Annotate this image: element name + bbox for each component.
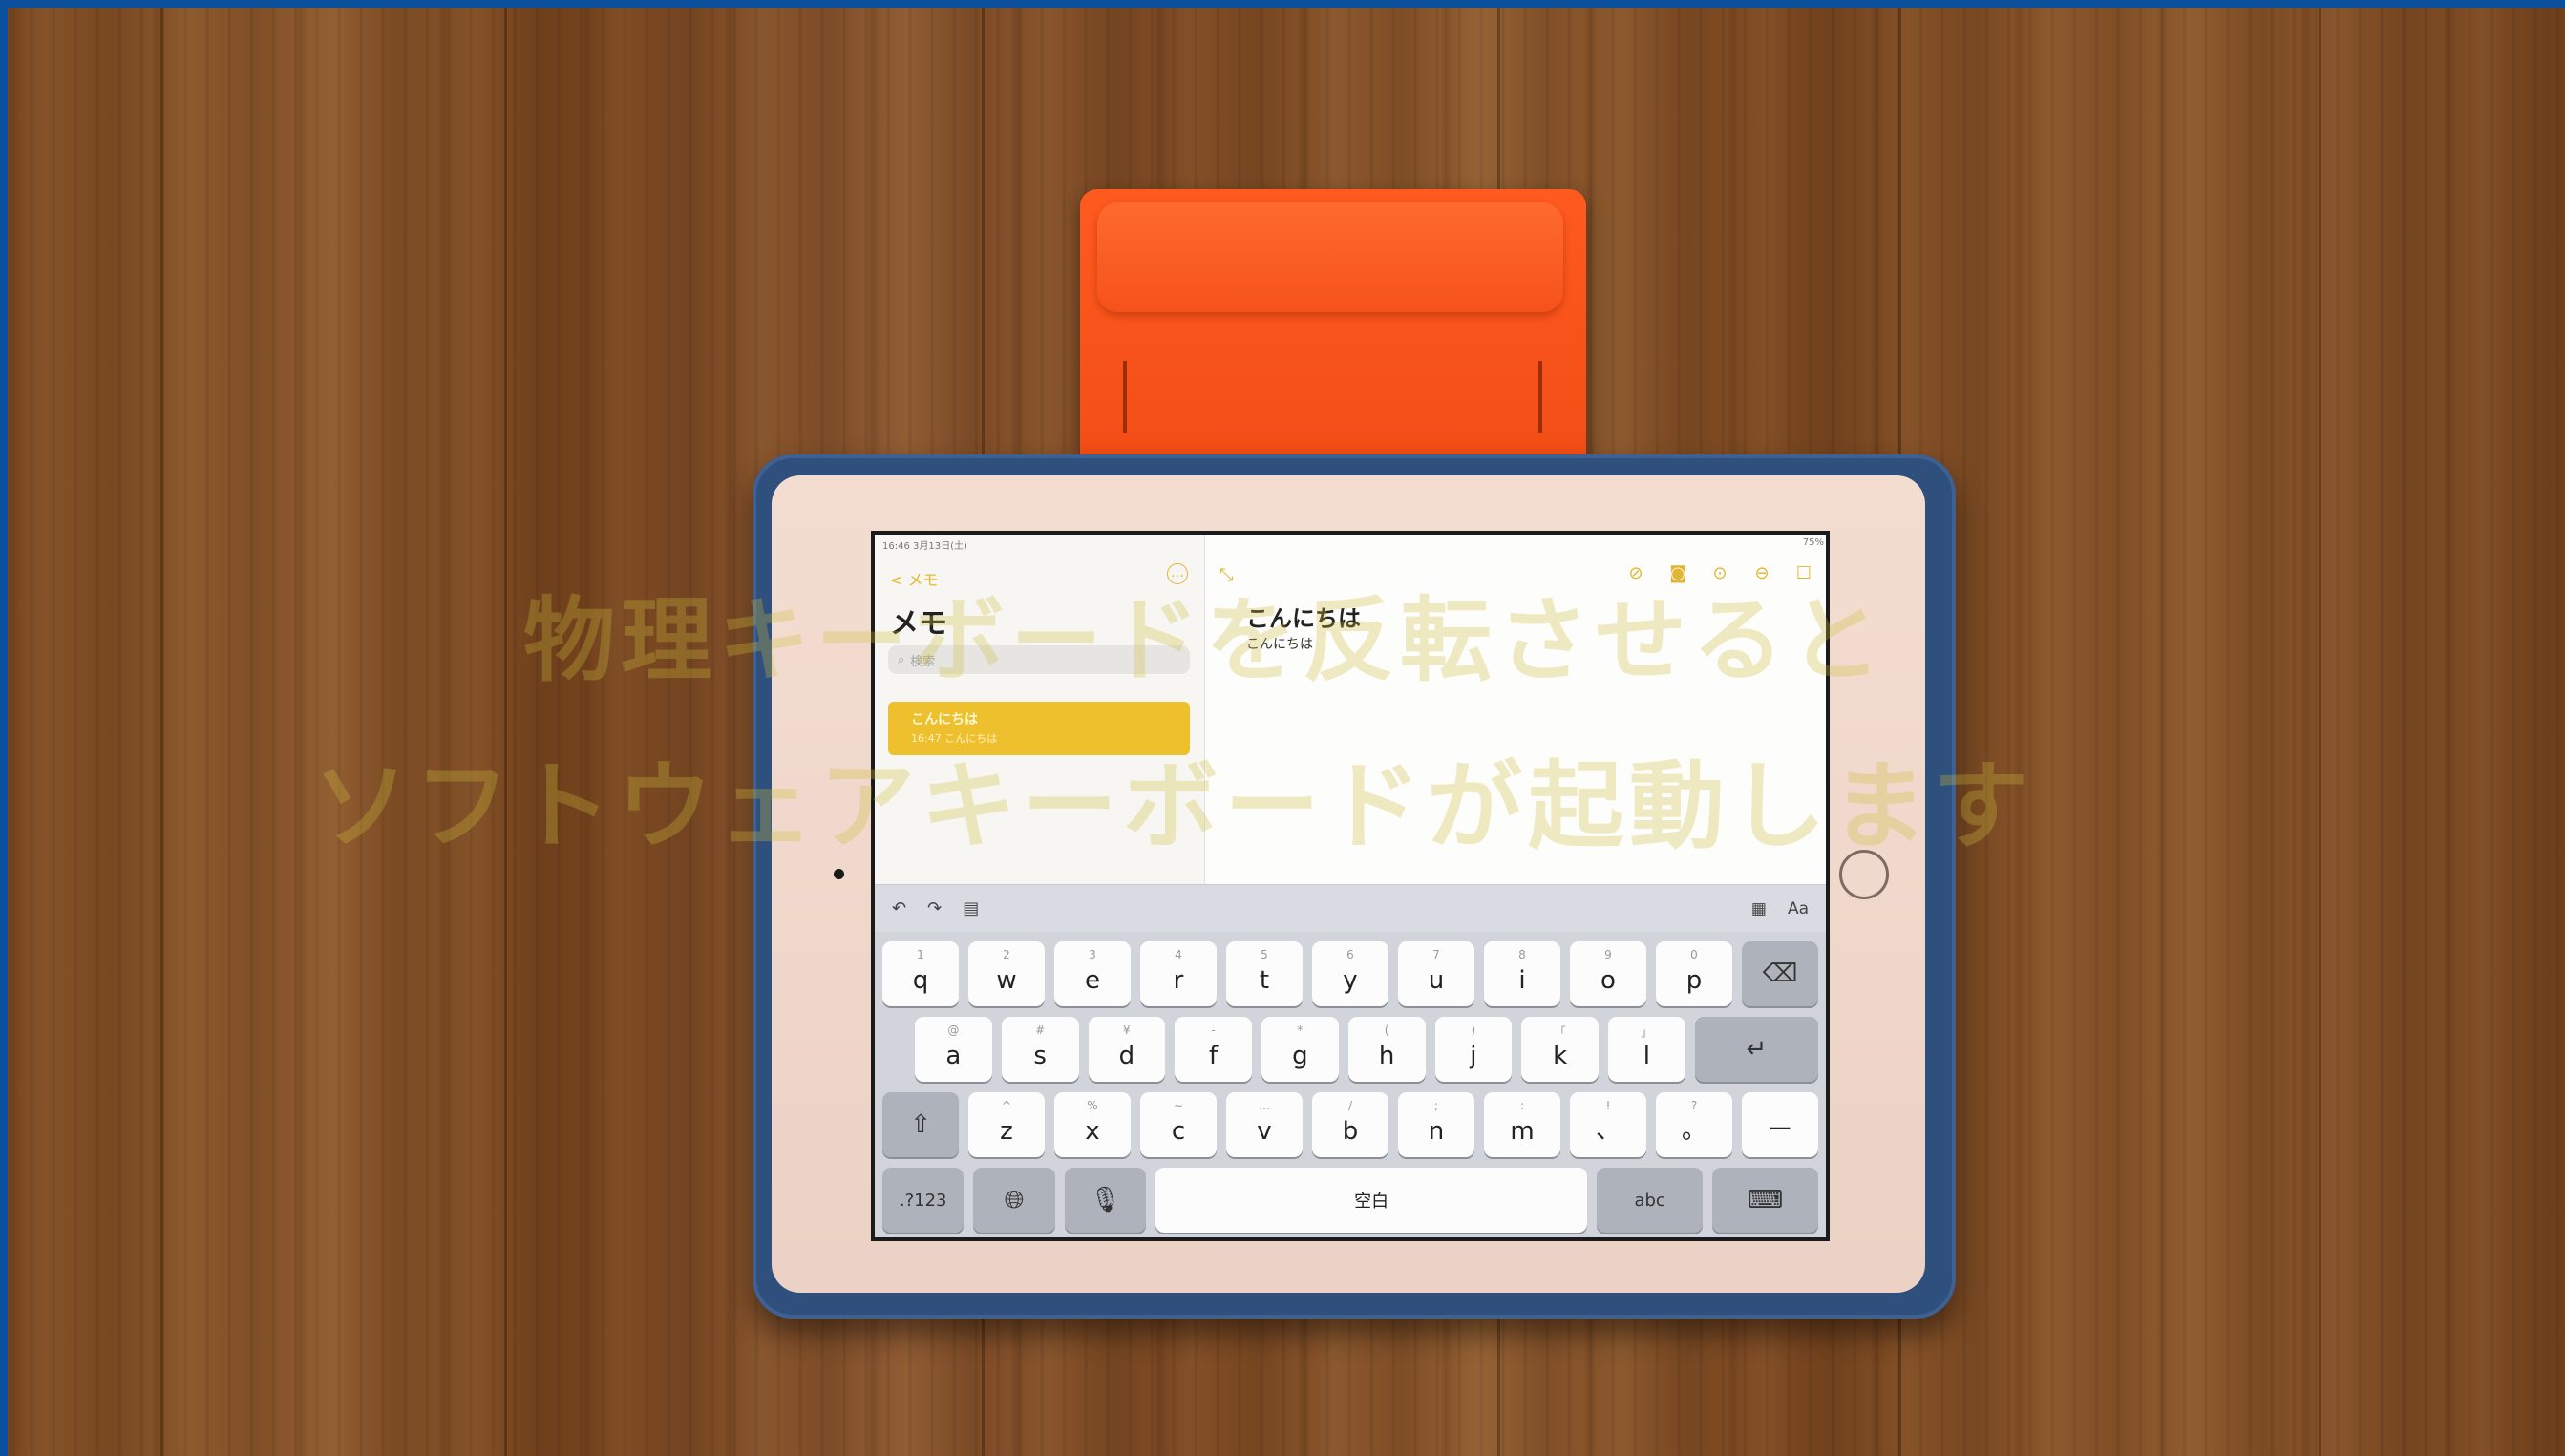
key-s[interactable]: # s — [1001, 1017, 1079, 1082]
wooden-table-photo: 16:46 3月13日(土) < メモ … メモ ⌕ 検索 こんにちは 16:4… — [8, 8, 2565, 1456]
numbers-key[interactable]: .?123 — [882, 1168, 965, 1233]
dictation-key[interactable]: 🎙︎ — [1064, 1168, 1146, 1233]
stand-hinge — [1123, 361, 1127, 433]
caption-line-2: ソフトウェアキーボードが起動します — [313, 750, 2034, 862]
key-l[interactable]: 」 l — [1608, 1017, 1685, 1082]
key-a[interactable]: @ a — [915, 1017, 992, 1082]
undo-icon[interactable]: ↶ — [892, 898, 906, 918]
space-key[interactable]: 空白 — [1155, 1168, 1588, 1233]
return-key[interactable]: ↵ — [1694, 1017, 1818, 1082]
table-icon[interactable]: ▦ — [1751, 899, 1767, 918]
stand-hinge — [1538, 361, 1542, 433]
dismiss-keyboard-key[interactable]: ⌨ — [1712, 1168, 1819, 1233]
shift-icon: ⇧ — [910, 1110, 931, 1139]
delete-key[interactable]: ⌫ — [1742, 941, 1818, 1006]
note-item-title: こんにちは — [911, 712, 978, 728]
keyboard-row-2: @ a # s ¥ d -f * g (h ) j 「k 」 l ↵ — [882, 1017, 1818, 1082]
microphone-icon: 🎙︎ — [1089, 1186, 1121, 1214]
key-j[interactable]: ) j — [1434, 1017, 1513, 1082]
keyboard-row-1: 1q 2w 3e 4r 5t 6y 7u 8i 9o 0p ⌫ — [882, 941, 1818, 1006]
key-i[interactable]: 8i — [1484, 941, 1560, 1006]
key-d[interactable]: ¥ d — [1088, 1017, 1166, 1082]
key-q[interactable]: 1q — [882, 941, 959, 1006]
globe-icon: 🌐︎ — [1004, 1185, 1025, 1214]
key-dash[interactable]: ー — [1742, 1092, 1818, 1157]
key-t[interactable]: 5t — [1226, 941, 1303, 1006]
globe-key[interactable]: 🌐︎ — [973, 1168, 1055, 1233]
key-g[interactable]: * g — [1261, 1017, 1339, 1082]
redo-icon[interactable]: ↷ — [927, 898, 942, 918]
key-y[interactable]: 6y — [1312, 941, 1388, 1006]
key-r[interactable]: 4r — [1140, 941, 1217, 1006]
key-b[interactable]: / b — [1312, 1092, 1388, 1157]
keyboard-row-3: ⇧ ^ z % x ~ c … v / b ; n :m !、 ?。 ー — [882, 1092, 1818, 1157]
front-camera — [834, 869, 844, 879]
key-v[interactable]: … v — [1226, 1092, 1303, 1157]
return-icon: ↵ — [1746, 1035, 1768, 1064]
key-z[interactable]: ^ z — [968, 1092, 1045, 1157]
key-comma[interactable]: !、 — [1570, 1092, 1646, 1157]
backspace-icon: ⌫ — [1762, 960, 1798, 988]
paste-icon[interactable]: ▤ — [963, 898, 979, 918]
keyboard-row-4: .?123 🌐︎ 🎙︎ 空白 abc ⌨ — [882, 1168, 1819, 1233]
software-keyboard: 1q 2w 3e 4r 5t 6y 7u 8i 9o 0p ⌫ @ a # s … — [875, 932, 1826, 1237]
key-w[interactable]: 2w — [968, 941, 1045, 1006]
key-k[interactable]: 「k — [1521, 1017, 1599, 1082]
key-x[interactable]: % x — [1054, 1092, 1131, 1157]
key-h[interactable]: (h — [1347, 1017, 1426, 1082]
orange-keyboard-stand — [1080, 189, 1586, 475]
keyboard-shortcut-bar: ↶ ↷ ▤ ▦ Aa — [875, 884, 1826, 932]
key-e[interactable]: 3e — [1054, 941, 1131, 1006]
key-f[interactable]: -f — [1175, 1017, 1252, 1082]
key-u[interactable]: 7u — [1398, 941, 1474, 1006]
key-c[interactable]: ~ c — [1140, 1092, 1217, 1157]
status-time-date: 16:46 3月13日(土) — [882, 541, 967, 552]
stand-flap — [1097, 202, 1563, 312]
caption-line-1: 物理キーボードを反転させると — [523, 587, 1887, 694]
key-o[interactable]: 9o — [1570, 941, 1646, 1006]
key-m[interactable]: :m — [1484, 1092, 1560, 1157]
shift-key[interactable]: ⇧ — [882, 1092, 959, 1157]
battery-indicator: 75% — [1802, 538, 1824, 548]
text-format-icon[interactable]: Aa — [1788, 899, 1809, 918]
key-p[interactable]: 0p — [1656, 941, 1732, 1006]
status-bar: 16:46 3月13日(土) — [875, 535, 1204, 552]
key-period[interactable]: ?。 — [1656, 1092, 1732, 1157]
abc-key[interactable]: abc — [1597, 1168, 1704, 1233]
key-n[interactable]: ; n — [1398, 1092, 1474, 1157]
keyboard-dismiss-icon: ⌨ — [1747, 1186, 1784, 1214]
